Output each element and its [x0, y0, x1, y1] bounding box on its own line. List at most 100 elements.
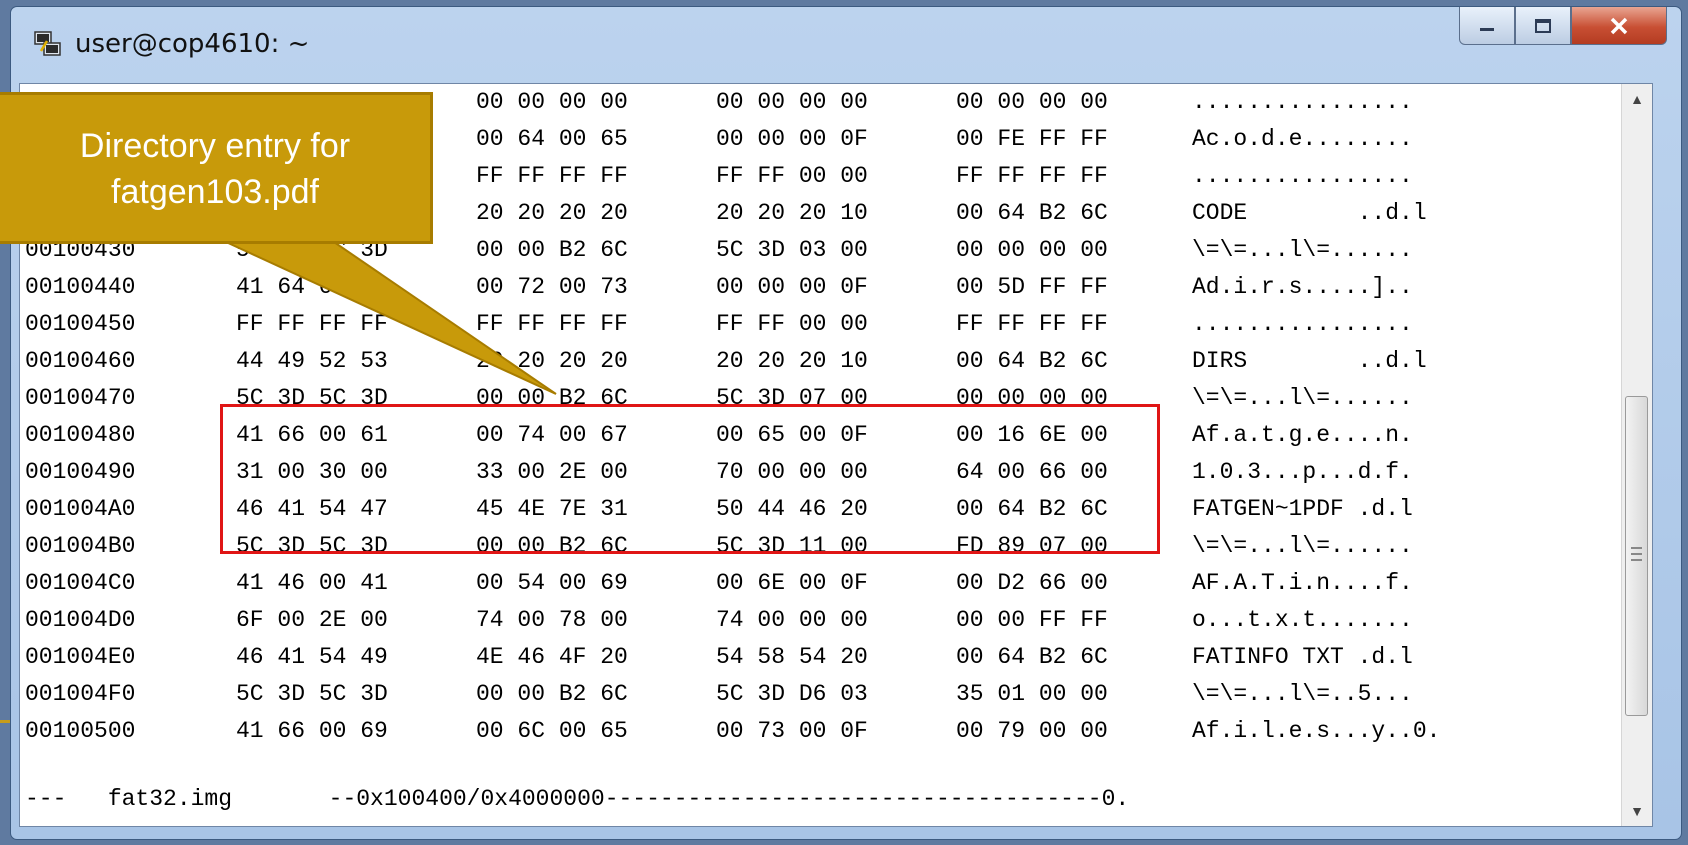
- ascii-column: ................: [1192, 311, 1413, 337]
- hex-offset: 00100450: [25, 311, 136, 337]
- hex-offset: 00100500: [25, 718, 136, 744]
- hex-bytes-group: 00 00 B2 6C: [476, 237, 628, 263]
- directory-entry-highlight-box: [220, 404, 1160, 554]
- hex-bytes-group: FF FF FF FF: [476, 311, 628, 337]
- ascii-column: FATINFO TXT .d.l: [1192, 644, 1413, 670]
- putty-app-icon: [34, 31, 61, 56]
- hex-bytes-group: 00 73 00 0F: [716, 718, 868, 744]
- hex-bytes-group: 00 D2 66 00: [956, 570, 1108, 596]
- hex-bytes-group: 00 5D FF FF: [956, 274, 1108, 300]
- hex-bytes-group: 74 00 00 00: [716, 607, 868, 633]
- callout-line-1: Directory entry for: [79, 127, 351, 165]
- hex-offset: 001004F0: [25, 681, 136, 707]
- hex-bytes-group: 4E 46 4F 20: [476, 644, 628, 670]
- hex-offset: 00100480: [25, 422, 136, 448]
- hex-bytes-group: FF FF FF FF: [956, 311, 1108, 337]
- callout-box: Directory entry for fatgen103.pdf: [0, 92, 433, 244]
- hex-bytes-group: 35 01 00 00: [956, 681, 1108, 707]
- hex-offset: 001004E0: [25, 644, 136, 670]
- hex-bytes-group: 46 41 54 49: [236, 644, 388, 670]
- hex-row: 00100450 FF FF FF FF FF FF FF FF FF FF 00 0…: [20, 306, 1540, 343]
- hex-bytes-group: FF FF FF FF: [236, 311, 388, 337]
- hex-offset: 001004A0: [25, 496, 136, 522]
- hex-bytes-group: 00 FE FF FF: [956, 126, 1108, 152]
- hex-offset: 00100460: [25, 348, 136, 374]
- hex-offset: 001004B0: [25, 533, 136, 559]
- hex-bytes-group: 20 20 20 10: [716, 348, 868, 374]
- scroll-up-arrow-icon[interactable]: ▲: [1622, 84, 1652, 114]
- ascii-column: FATGEN~1PDF .d.l: [1192, 496, 1413, 522]
- hex-bytes-group: 74 00 78 00: [476, 607, 628, 633]
- status-line: --- fat32.img --0x100400/0x4000000------…: [25, 786, 1130, 812]
- ascii-column: ................: [1192, 163, 1413, 189]
- hex-bytes-group: 00 64 B2 6C: [956, 200, 1108, 226]
- hex-row: 00100460 44 49 52 53 20 20 20 20 20 20 20 1…: [20, 343, 1540, 380]
- hex-row: 00100500 41 66 00 69 00 6C 00 65 00 73 00 0…: [20, 713, 1540, 750]
- ascii-column: AF.A.T.i.n....f.: [1192, 570, 1413, 596]
- ascii-column: ................: [1192, 89, 1413, 115]
- hex-bytes-group: 00 64 B2 6C: [956, 348, 1108, 374]
- ascii-column: o...t.x.t.......: [1192, 607, 1413, 633]
- title-bar[interactable]: user@cop4610: ~: [11, 7, 1681, 83]
- hex-bytes-group: 41 64 00 69: [236, 274, 388, 300]
- hex-bytes-group: 00 00 00 00: [476, 89, 628, 115]
- hex-row: 001004E0 46 41 54 49 4E 46 4F 20 54 58 54 2…: [20, 639, 1540, 676]
- hex-bytes-group: 5C 3D D6 03: [716, 681, 868, 707]
- hex-bytes-group: 00 64 00 65: [476, 126, 628, 152]
- hex-bytes-group: FF FF FF FF: [476, 163, 628, 189]
- window-controls: [1459, 7, 1667, 47]
- vertical-scrollbar[interactable]: ▲ ▼: [1621, 84, 1652, 826]
- hex-offset: 00100490: [25, 459, 136, 485]
- ascii-column: \=\=...l\=......: [1192, 237, 1413, 263]
- ascii-column: Ad.i.r.s.....]..: [1192, 274, 1413, 300]
- hex-offset: 00100440: [25, 274, 136, 300]
- hex-bytes-group: 5C 3D 03 00: [716, 237, 868, 263]
- minimize-button[interactable]: [1459, 7, 1515, 45]
- hex-offset: 00100470: [25, 385, 136, 411]
- hex-offset: 001004D0: [25, 607, 136, 633]
- hex-row: 00100440 41 64 00 69 00 72 00 73 00 00 00 0…: [20, 269, 1540, 306]
- hex-bytes-group: 00 00 00 0F: [716, 274, 868, 300]
- hex-bytes-group: 00 00 B2 6C: [476, 681, 628, 707]
- scrollbar-thumb[interactable]: [1625, 396, 1648, 716]
- window-title: user@cop4610: ~: [75, 29, 310, 59]
- minimize-icon: [1480, 27, 1494, 31]
- hex-offset: 001004C0: [25, 570, 136, 596]
- hex-bytes-group: FF FF 00 00: [716, 163, 868, 189]
- close-button[interactable]: [1571, 7, 1667, 45]
- hex-bytes-group: 5C 3D 5C 3D: [236, 681, 388, 707]
- hex-bytes-group: 00 00 FF FF: [956, 607, 1108, 633]
- ascii-column: Ac.o.d.e........: [1192, 126, 1413, 152]
- ascii-column: CODE ..d.l: [1192, 200, 1427, 226]
- ascii-column: \=\=...l\=......: [1192, 385, 1413, 411]
- callout-line-2: fatgen103.pdf: [111, 173, 319, 211]
- maximize-button[interactable]: [1515, 7, 1571, 45]
- hex-bytes-group: 00 64 B2 6C: [956, 644, 1108, 670]
- ascii-column: Af.i.l.e.s...y..0.: [1192, 718, 1441, 744]
- scroll-down-arrow-icon[interactable]: ▼: [1622, 796, 1652, 826]
- ascii-column: \=\=...l\=..5...: [1192, 681, 1413, 707]
- hex-bytes-group: 20 20 20 10: [716, 200, 868, 226]
- hex-bytes-group: 54 58 54 20: [716, 644, 868, 670]
- hex-row: 001004D0 6F 00 2E 00 74 00 78 00 74 00 00 0…: [20, 602, 1540, 639]
- hex-bytes-group: 00 00 00 0F: [716, 126, 868, 152]
- hex-bytes-group: FF FF 00 00: [716, 311, 868, 337]
- hex-bytes-group: 00 00 00 00: [956, 237, 1108, 263]
- ascii-column: \=\=...l\=......: [1192, 533, 1413, 559]
- hex-bytes-group: 00 00 00 00: [716, 89, 868, 115]
- hex-bytes-group: 00 00 00 00: [956, 89, 1108, 115]
- hex-bytes-group: 00 6C 00 65: [476, 718, 628, 744]
- hex-row: 001004F0 5C 3D 5C 3D 00 00 B2 6C 5C 3D D6 0…: [20, 676, 1540, 713]
- hex-bytes-group: 6F 00 2E 00: [236, 607, 388, 633]
- hex-bytes-group: 41 66 00 69: [236, 718, 388, 744]
- hex-bytes-group: 44 49 52 53: [236, 348, 388, 374]
- maximize-icon: [1535, 18, 1551, 33]
- ascii-column: 1.0.3...p...d.f.: [1192, 459, 1413, 485]
- ascii-column: DIRS ..d.l: [1192, 348, 1427, 374]
- hex-bytes-group: 00 72 00 73: [476, 274, 628, 300]
- hex-bytes-group: FF FF FF FF: [956, 163, 1108, 189]
- ascii-column: Af.a.t.g.e....n.: [1192, 422, 1413, 448]
- hex-row: 001004C0 41 46 00 41 00 54 00 69 00 6E 00 0…: [20, 565, 1540, 602]
- hex-bytes-group: 00 54 00 69: [476, 570, 628, 596]
- hex-bytes-group: 20 20 20 20: [476, 348, 628, 374]
